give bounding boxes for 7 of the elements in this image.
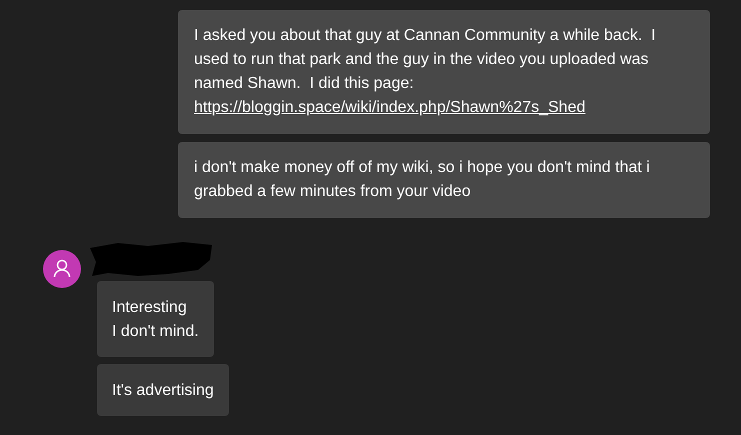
message-text: It's advertising xyxy=(112,381,214,401)
message-bubble: i don't make money off of my wiki, so i hope you don't mind that i grabbed a few minutes from your video xyxy=(178,142,710,218)
wiki-link[interactable]: https://bloggin.space/wiki/index.php/Shawn%27s_Shed xyxy=(194,99,586,116)
message-text: I don't mind. xyxy=(112,322,199,342)
avatar-icon[interactable] xyxy=(43,250,81,288)
message-bubble: I asked you about that guy at Cannan Community a while back. I used to run that park and the guy in the video you uploaded was named Shawn. I did this page: https://bloggin.space/wiki/index.php/Shawn%27s_Shed xyxy=(178,10,710,134)
message-text: Interesting xyxy=(112,298,188,318)
